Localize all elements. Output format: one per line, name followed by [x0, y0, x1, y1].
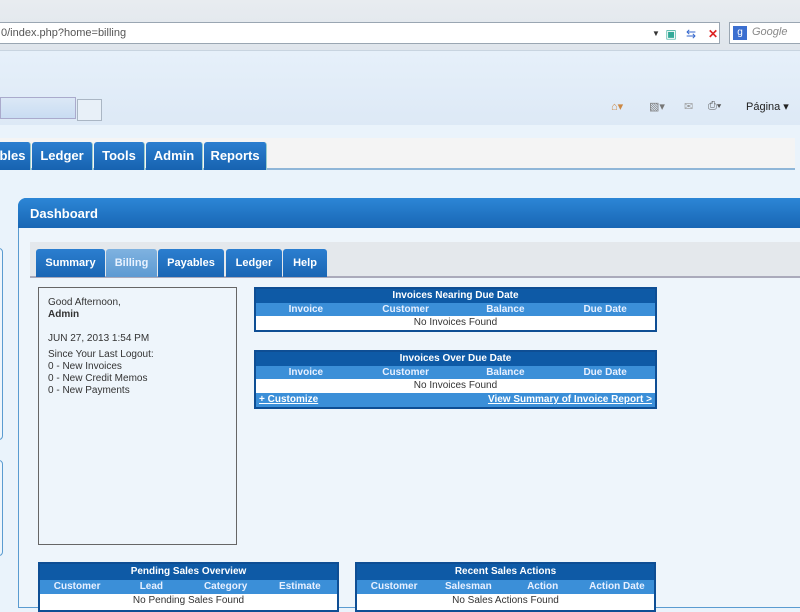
nav-tab-ledger[interactable]: Ledger: [32, 142, 93, 170]
customize-link[interactable]: + Customize: [259, 393, 318, 407]
empty-message: No Invoices Found: [413, 317, 498, 328]
address-bar[interactable]: 0/index.php?home=billing: [0, 22, 720, 44]
new-invoices: 0 - New Invoices: [48, 361, 122, 372]
recent-sales-table: Recent Sales Actions Customer Salesman Act…: [355, 562, 656, 612]
sidebar-panel: [0, 460, 3, 556]
tab-billing[interactable]: Billing: [106, 249, 157, 277]
invoices-nearing-table: Invoices Nearing Due Date Invoice Custome…: [254, 287, 657, 332]
feeds-icon[interactable]: ▧▾: [649, 100, 665, 113]
col-header: Due Date: [583, 304, 627, 315]
search-placeholder: Google: [752, 26, 788, 38]
tab-ledger[interactable]: Ledger: [226, 249, 282, 277]
sidebar-panel: [0, 248, 3, 440]
new-credit-memos: 0 - New Credit Memos: [48, 373, 148, 384]
username: Admin: [48, 309, 80, 320]
tab-summary[interactable]: Summary: [36, 249, 105, 277]
empty-message: No Pending Sales Found: [132, 595, 245, 606]
table-title: Pending Sales Overview: [40, 564, 337, 580]
col-header: Category: [203, 581, 248, 592]
col-header: Balance: [486, 304, 525, 315]
dashboard-title: Dashboard: [18, 198, 800, 228]
nav-tab-admin[interactable]: Admin: [146, 142, 203, 170]
print-icon[interactable]: ⎙▾: [708, 100, 721, 113]
col-header: Customer: [382, 367, 429, 378]
greeting: Good Afternoon,: [48, 297, 121, 308]
search-input[interactable]: g Google: [729, 22, 800, 44]
nav-tab-reports[interactable]: Reports: [204, 142, 267, 170]
col-header: Estimate: [279, 581, 321, 592]
refresh-icon[interactable]: ⇆: [683, 26, 699, 42]
home-icon[interactable]: ⌂▾: [611, 100, 623, 113]
since-label: Since Your Last Logout:: [48, 349, 154, 360]
dropdown-icon[interactable]: ▼: [648, 26, 664, 42]
empty-message: No Sales Actions Found: [452, 595, 559, 606]
mail-icon[interactable]: ✉: [684, 100, 693, 113]
tab-help[interactable]: Help: [283, 249, 327, 277]
welcome-box: Good Afternoon, Admin JUN 27, 2013 1:54 …: [38, 287, 237, 545]
col-header: Customer: [53, 581, 101, 592]
col-header: Balance: [486, 367, 525, 378]
col-header: Salesman: [445, 581, 492, 592]
command-bar: [0, 50, 800, 125]
col-header: Customer: [370, 581, 418, 592]
compat-view-icon[interactable]: ▣: [663, 26, 679, 42]
page-menu[interactable]: Página ▾: [746, 100, 789, 113]
table-title: Invoices Nearing Due Date: [256, 289, 655, 303]
col-header: Due Date: [583, 367, 627, 378]
google-icon: g: [733, 26, 747, 40]
nav-tab-payables[interactable]: bles: [0, 142, 31, 170]
invoice-report-link[interactable]: View Summary of Invoice Report >: [488, 393, 652, 407]
empty-message: No Invoices Found: [413, 380, 498, 391]
table-title: Invoices Over Due Date: [256, 352, 655, 366]
col-header: Action Date: [589, 581, 645, 592]
col-header: Invoice: [288, 367, 324, 378]
stop-icon[interactable]: ✕: [705, 26, 721, 42]
new-payments: 0 - New Payments: [48, 385, 130, 396]
tab-payables[interactable]: Payables: [158, 249, 224, 277]
invoices-over-table: Invoices Over Due Date Invoice Customer Ba…: [254, 350, 657, 409]
new-tab-button[interactable]: [77, 99, 102, 121]
browser-tab[interactable]: [0, 97, 76, 119]
datetime: JUN 27, 2013 1:54 PM: [48, 333, 150, 344]
pending-sales-table: Pending Sales Overview Customer Lead Categ…: [38, 562, 339, 612]
table-title: Recent Sales Actions: [357, 564, 654, 580]
nav-tab-tools[interactable]: Tools: [94, 142, 145, 170]
col-header: Customer: [382, 304, 429, 315]
col-header: Action: [527, 581, 559, 592]
col-header: Lead: [139, 581, 164, 592]
col-header: Invoice: [288, 304, 324, 315]
